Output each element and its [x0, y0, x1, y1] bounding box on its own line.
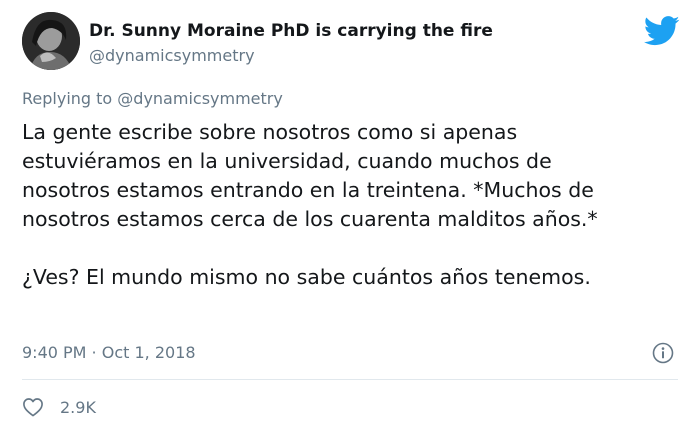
author-name[interactable]: Dr. Sunny Moraine PhD is carrying the fi…: [89, 21, 493, 41]
twitter-bird-icon[interactable]: [644, 16, 680, 46]
like-count: 2.9K: [60, 397, 96, 417]
replying-to[interactable]: Replying to @dynamicsymmetry: [22, 89, 283, 108]
avatar[interactable]: [22, 12, 80, 70]
divider: [22, 379, 678, 380]
author-handle[interactable]: @dynamicsymmetry: [89, 46, 255, 65]
tweet-body-line: nosotros estamos cerca de los cuarenta m…: [22, 207, 598, 231]
avatar-image: [22, 12, 80, 70]
tweet-body: La gente escribe sobre nosotros como si …: [22, 118, 682, 292]
tweet-timestamp[interactable]: 9:40 PM · Oct 1, 2018: [22, 343, 196, 362]
info-icon[interactable]: [652, 342, 674, 364]
tweet-card: Dr. Sunny Moraine PhD is carrying the fi…: [0, 0, 700, 433]
tweet-body-line: estuviéramos en la universidad, cuando m…: [22, 149, 552, 173]
tweet-body-line: La gente escribe sobre nosotros como si …: [22, 120, 518, 144]
tweet-body-line: nosotros estamos entrando en la treinten…: [22, 178, 594, 202]
heart-icon[interactable]: [22, 397, 44, 417]
like-action[interactable]: 2.9K: [22, 396, 96, 418]
tweet-body-paragraph-2: ¿Ves? El mundo mismo no sabe cuántos año…: [22, 265, 591, 289]
